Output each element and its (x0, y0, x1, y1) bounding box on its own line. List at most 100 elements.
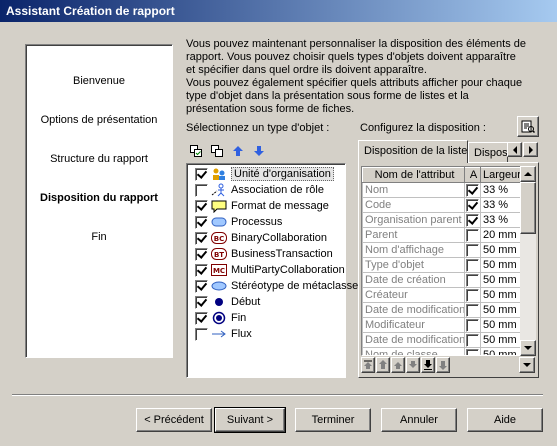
attribute-checkbox[interactable] (466, 273, 479, 287)
attribute-checkbox[interactable] (466, 333, 479, 347)
move-top-icon[interactable] (361, 357, 375, 373)
object-type-checkbox[interactable] (195, 183, 208, 197)
table-row[interactable]: Date de création 50 mm (362, 272, 521, 288)
attribute-width-cell[interactable]: 50 mm (480, 347, 521, 355)
table-row[interactable]: Organisation parent 33 % (362, 212, 521, 228)
table-row[interactable]: Parent 20 mm (362, 227, 521, 243)
table-row[interactable]: Modificateur 50 mm (362, 317, 521, 333)
previous-button[interactable]: < Précédent (136, 408, 212, 432)
finish-button[interactable]: Terminer (295, 408, 371, 432)
attribute-width-cell[interactable]: 50 mm (480, 287, 521, 303)
scroll-up-button[interactable] (520, 166, 536, 182)
scroll-thumb[interactable] (520, 182, 536, 234)
tab-scroll-left-button[interactable] (507, 142, 522, 157)
mc-icon: MC (210, 263, 228, 277)
wizard-step-structure-rapport[interactable]: Structure du rapport (26, 153, 172, 165)
object-type-checkbox[interactable] (195, 311, 208, 325)
move-up-icon[interactable] (232, 145, 244, 157)
attribute-checkbox[interactable] (466, 183, 479, 197)
attribute-width-cell[interactable]: 50 mm (480, 272, 521, 288)
move-down-double-icon[interactable] (436, 357, 450, 373)
attribute-checkbox[interactable] (466, 348, 479, 355)
attribute-width-cell[interactable]: 33 % (480, 182, 521, 198)
attribute-checkbox[interactable] (466, 228, 479, 242)
help-button[interactable]: Aide (467, 408, 543, 432)
attribute-width-cell[interactable]: 50 mm (480, 242, 521, 258)
chevron-right-icon (528, 145, 533, 154)
attribute-checkbox[interactable] (466, 258, 479, 272)
attribute-checkbox[interactable] (466, 303, 479, 317)
attribute-width-cell[interactable]: 20 mm (480, 227, 521, 243)
wizard-step-bienvenue[interactable]: Bienvenue (26, 75, 172, 87)
table-row[interactable]: Code 33 % (362, 197, 521, 213)
table-row[interactable]: Nom d'affichage 50 mm (362, 242, 521, 258)
object-type-checkbox[interactable] (195, 327, 208, 341)
list-item[interactable]: Unité d'organisation (195, 166, 334, 182)
attribute-checkbox[interactable] (466, 243, 479, 257)
svg-text:BT: BT (214, 251, 224, 259)
attribute-checkbox[interactable] (466, 213, 479, 227)
list-item[interactable]: Flux (195, 326, 252, 342)
tab-scroll-right-button[interactable] (523, 142, 538, 157)
attribute-name-cell: Nom d'affichage (362, 242, 465, 258)
attribute-grid[interactable]: Nom de l'attribut A Largeur Nom 33 % Code… (361, 166, 535, 356)
object-type-label-message-format: Format de message (231, 200, 329, 212)
wizard-step-disposition-rapport[interactable]: Disposition du rapport (26, 192, 172, 204)
attribute-order-toolbar (361, 357, 536, 374)
list-item[interactable]: Stéréotype de métaclasse (195, 278, 358, 294)
column-header-width[interactable]: Largeur (480, 167, 521, 183)
scroll-down-bottom-button[interactable] (519, 357, 535, 373)
attribute-width-cell[interactable]: 33 % (480, 212, 521, 228)
attribute-checkbox[interactable] (466, 288, 479, 302)
list-item[interactable]: Format de message (195, 198, 329, 214)
object-type-list[interactable]: Unité d'organisation Association de rôle… (186, 163, 358, 378)
list-item[interactable]: MC MultiPartyCollaboration (195, 262, 345, 278)
object-type-checkbox[interactable] (195, 167, 208, 181)
preview-button[interactable] (517, 116, 539, 137)
move-bottom-icon[interactable] (421, 357, 435, 373)
attribute-name-cell: Nom (362, 182, 465, 198)
object-type-checkbox[interactable] (195, 263, 208, 277)
attribute-width-cell[interactable]: 50 mm (480, 317, 521, 333)
attribute-width-cell[interactable]: 50 mm (480, 257, 521, 273)
object-type-checkbox[interactable] (195, 247, 208, 261)
tab-card-layout[interactable]: Disposition des fiches (468, 142, 508, 163)
list-item[interactable]: BC BinaryCollaboration (195, 230, 327, 246)
object-type-checkbox[interactable] (195, 295, 208, 309)
object-type-checkbox[interactable] (195, 279, 208, 293)
table-row[interactable]: Date de modification 50 mm (362, 332, 521, 348)
list-item[interactable]: Processus (195, 214, 282, 230)
wizard-step-fin[interactable]: Fin (26, 231, 172, 243)
next-button[interactable]: Suivant > (214, 407, 286, 433)
table-row[interactable]: Type d'objet 50 mm (362, 257, 521, 273)
move-down-icon[interactable] (406, 357, 420, 373)
grid-vertical-scrollbar[interactable] (520, 166, 536, 356)
scroll-down-button[interactable] (520, 340, 536, 356)
list-item[interactable]: BT BusinessTransaction (195, 246, 333, 262)
tab-list-layout[interactable]: Disposition de la liste (358, 140, 468, 163)
list-item[interactable]: Fin (195, 310, 246, 326)
object-type-checkbox[interactable] (195, 199, 208, 213)
table-row[interactable]: Nom de classe 50 mm (362, 347, 521, 355)
select-all-icon[interactable] (190, 145, 202, 157)
table-row[interactable]: Créateur 50 mm (362, 287, 521, 303)
table-row[interactable]: Date de modification 50 mm (362, 302, 521, 318)
clear-all-icon[interactable] (211, 145, 223, 157)
cancel-button[interactable]: Annuler (381, 408, 457, 432)
attribute-width-cell[interactable]: 50 mm (480, 332, 521, 348)
attribute-width-cell[interactable]: 50 mm (480, 302, 521, 318)
column-header-a[interactable]: A (464, 167, 481, 183)
table-row[interactable]: Nom 33 % (362, 182, 521, 198)
move-up-double-icon[interactable] (376, 357, 390, 373)
list-item[interactable]: Association de rôle (195, 182, 324, 198)
move-down-icon[interactable] (253, 145, 265, 157)
object-type-checkbox[interactable] (195, 215, 208, 229)
object-type-checkbox[interactable] (195, 231, 208, 245)
list-item[interactable]: Début (195, 294, 260, 310)
attribute-checkbox[interactable] (466, 318, 479, 332)
column-header-attribute-name[interactable]: Nom de l'attribut (362, 167, 465, 183)
attribute-width-cell[interactable]: 33 % (480, 197, 521, 213)
attribute-checkbox[interactable] (466, 198, 479, 212)
move-up-icon[interactable] (391, 357, 405, 373)
wizard-step-options-presentation[interactable]: Options de présentation (26, 114, 172, 126)
